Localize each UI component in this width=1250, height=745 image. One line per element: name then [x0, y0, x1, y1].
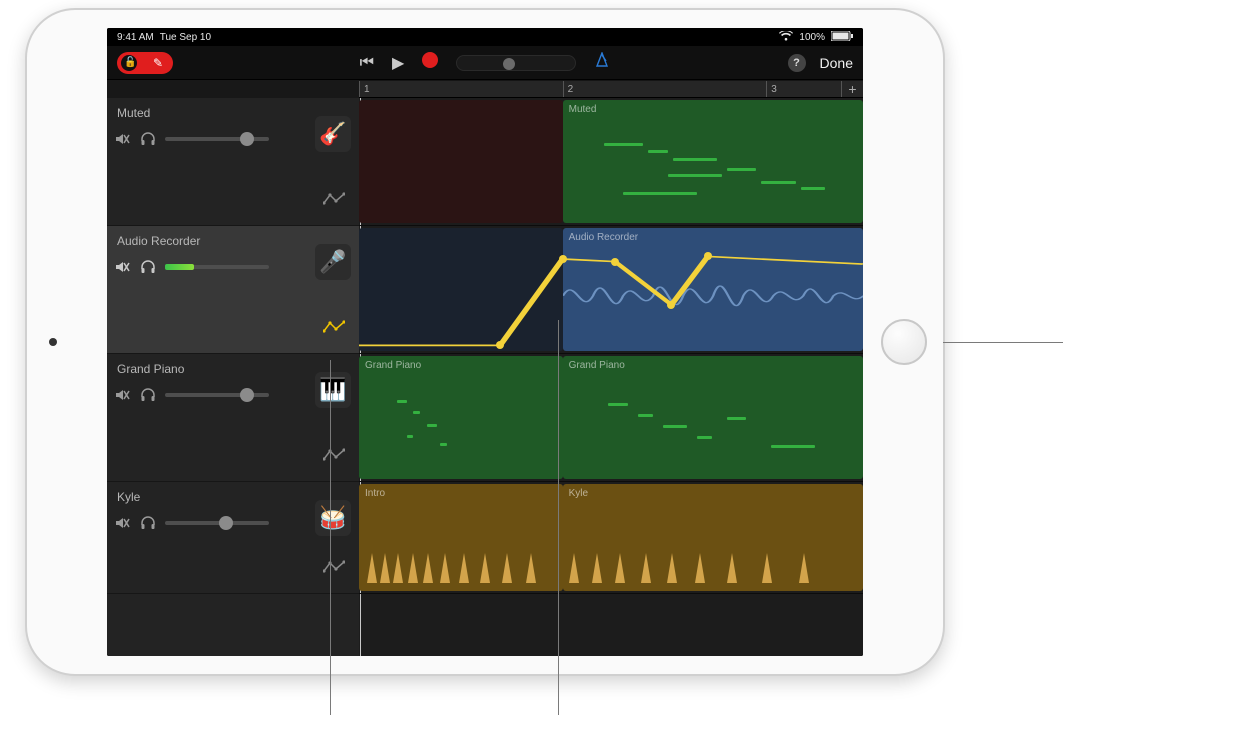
track-name-label: Kyle — [117, 490, 140, 504]
headphone-icon[interactable] — [139, 386, 157, 404]
callout-leader — [943, 342, 1063, 343]
midi-notes — [599, 393, 845, 455]
tracks-main: Muted 🎸 — [107, 98, 863, 656]
track-header[interactable]: Muted 🎸 — [107, 98, 359, 226]
callout-leader — [330, 360, 331, 715]
record-button[interactable] — [422, 52, 438, 73]
status-bar: 9:41 AM Tue Sep 10 100% — [107, 28, 863, 46]
bar-number: 3 — [771, 84, 777, 95]
status-battery-pct: 100% — [799, 32, 825, 43]
rewind-button[interactable]: ⏮ — [360, 54, 374, 72]
bar-number: 1 — [364, 84, 370, 95]
region-drummer[interactable]: Kyle — [563, 484, 863, 591]
add-section-button[interactable]: + — [841, 81, 863, 97]
instrument-drums-icon[interactable]: 🥁 — [315, 500, 351, 536]
unlock-icon: 🔓 — [124, 57, 136, 68]
region-drummer[interactable]: Intro — [359, 484, 563, 591]
instrument-bass-icon[interactable]: 🎸 — [315, 116, 351, 152]
region-audio[interactable]: Audio Recorder — [563, 228, 863, 351]
region-label: Kyle — [569, 488, 588, 499]
midi-notes — [383, 393, 550, 455]
mute-icon[interactable] — [113, 258, 131, 276]
region-audio[interactable] — [359, 228, 563, 351]
midi-notes — [599, 137, 845, 199]
region-label: Grand Piano — [365, 360, 421, 371]
drum-transients — [367, 516, 554, 583]
track-header-column: Muted 🎸 — [107, 98, 359, 656]
pencil-icon: ✎ — [153, 56, 163, 70]
region-label: Grand Piano — [569, 360, 625, 371]
status-time: 9:41 AM — [117, 32, 154, 43]
track-name-label: Audio Recorder — [117, 234, 200, 248]
track-lane[interactable]: Intro — [359, 482, 863, 594]
transport-toolbar: 🔓 ✎ ⏮ ▶ ? Done — [107, 46, 863, 80]
metronome-button[interactable] — [594, 52, 610, 73]
headphone-icon[interactable] — [139, 514, 157, 532]
automation-point[interactable] — [559, 255, 567, 263]
playhead-scrubber[interactable] — [456, 55, 576, 71]
audio-waveform — [563, 262, 863, 330]
bar-ruler[interactable]: 1 2 3 + — [359, 80, 863, 98]
headphone-icon[interactable] — [139, 130, 157, 148]
track-lane[interactable]: Muted — [359, 98, 863, 226]
volume-slider[interactable] — [165, 393, 269, 397]
edit-lock-toggle[interactable]: 🔓 ✎ — [117, 52, 173, 74]
automation-point[interactable] — [496, 341, 504, 349]
region-midi[interactable]: Muted — [563, 100, 863, 223]
status-date: Tue Sep 10 — [160, 32, 211, 43]
automation-toggle[interactable] — [323, 560, 345, 579]
timeline-area[interactable]: Muted — [359, 98, 863, 656]
track-header[interactable]: Audio Recorder 🎤 — [107, 226, 359, 354]
headphone-icon[interactable] — [139, 258, 157, 276]
track-name-label: Muted — [117, 106, 150, 120]
front-camera — [49, 338, 57, 346]
mute-icon[interactable] — [113, 130, 131, 148]
region-label: Audio Recorder — [569, 232, 638, 243]
region-midi[interactable]: Grand Piano — [563, 356, 863, 479]
help-button[interactable]: ? — [788, 54, 806, 72]
volume-slider[interactable] — [165, 137, 269, 141]
automation-point[interactable] — [611, 258, 619, 266]
bar-number: 2 — [568, 84, 574, 95]
automation-point[interactable] — [704, 252, 712, 260]
play-button[interactable]: ▶ — [392, 53, 404, 73]
region-label: Intro — [365, 488, 385, 499]
region-label: Muted — [569, 104, 597, 115]
region-midi[interactable] — [359, 100, 563, 223]
record-icon — [422, 52, 438, 68]
automation-toggle[interactable] — [323, 448, 345, 467]
track-header[interactable]: Kyle 🥁 — [107, 482, 359, 594]
volume-slider[interactable] — [165, 265, 269, 269]
app-screen: 9:41 AM Tue Sep 10 100% 🔓 ✎ — [107, 28, 863, 656]
track-header[interactable]: Grand Piano 🎹 — [107, 354, 359, 482]
instrument-mic-icon[interactable]: 🎤 — [315, 244, 351, 280]
instrument-piano-icon[interactable]: 🎹 — [315, 372, 351, 408]
battery-icon — [831, 31, 853, 44]
track-lane[interactable]: Grand Piano Grand Piano — [359, 354, 863, 482]
automation-toggle[interactable] — [323, 320, 345, 339]
wifi-icon — [779, 31, 793, 44]
drum-transients — [569, 516, 857, 583]
ipad-bezel: 9:41 AM Tue Sep 10 100% 🔓 ✎ — [25, 8, 945, 676]
track-lane[interactable]: Audio Recorder — [359, 226, 863, 354]
done-button[interactable]: Done — [820, 55, 853, 71]
automation-toggle[interactable] — [323, 192, 345, 211]
callout-leader — [558, 320, 559, 715]
mute-icon[interactable] — [113, 514, 131, 532]
home-button[interactable] — [881, 319, 927, 365]
region-midi[interactable]: Grand Piano — [359, 356, 563, 479]
mute-icon[interactable] — [113, 386, 131, 404]
automation-point[interactable] — [667, 301, 675, 309]
track-name-label: Grand Piano — [117, 362, 184, 376]
volume-slider[interactable] — [165, 521, 269, 525]
